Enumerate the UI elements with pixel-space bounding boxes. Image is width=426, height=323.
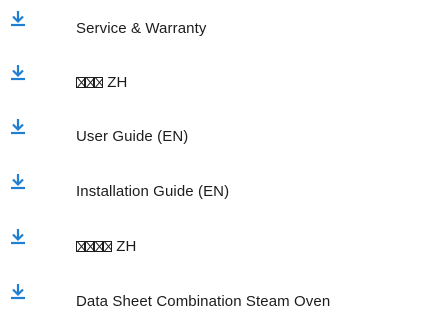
document-label[interactable]: ZH xyxy=(76,238,136,256)
document-download-list: Service & Warranty ZH User Guide (EN) In… xyxy=(0,0,426,323)
download-icon[interactable] xyxy=(9,228,27,248)
document-label[interactable]: Data Sheet Combination Steam Oven xyxy=(76,293,330,311)
download-icon[interactable] xyxy=(9,10,27,30)
document-label[interactable]: Service & Warranty xyxy=(76,20,206,38)
missing-glyph-boxes xyxy=(76,238,112,256)
download-link-zh-1[interactable]: ZH xyxy=(0,64,426,104)
download-link-installation-guide-en[interactable]: Installation Guide (EN) xyxy=(0,173,426,213)
download-icon[interactable] xyxy=(9,64,27,84)
document-label-suffix: ZH xyxy=(107,74,128,91)
missing-glyph-boxes xyxy=(76,74,103,92)
document-label[interactable]: User Guide (EN) xyxy=(76,128,188,146)
download-link-zh-2[interactable]: ZH xyxy=(0,228,426,268)
download-link-user-guide-en[interactable]: User Guide (EN) xyxy=(0,118,426,158)
document-label-suffix: ZH xyxy=(116,238,137,255)
document-label[interactable]: ZH xyxy=(76,74,127,92)
document-label[interactable]: Installation Guide (EN) xyxy=(76,183,229,201)
download-link-data-sheet-combination-steam-oven[interactable]: Data Sheet Combination Steam Oven xyxy=(0,283,426,323)
download-icon[interactable] xyxy=(9,283,27,303)
download-icon[interactable] xyxy=(9,118,27,138)
download-icon[interactable] xyxy=(9,173,27,193)
download-link-service-warranty[interactable]: Service & Warranty xyxy=(0,10,426,50)
